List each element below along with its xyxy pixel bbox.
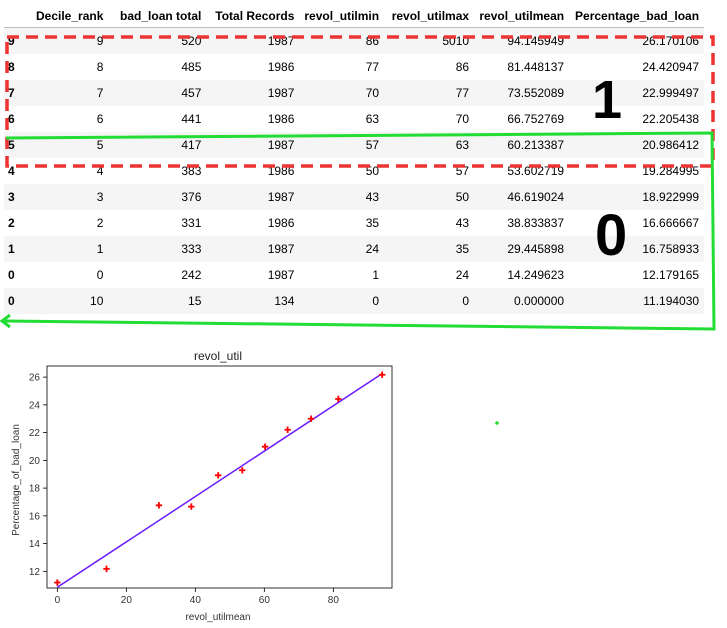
data-point	[103, 565, 110, 573]
chart-title: revol_util	[194, 349, 242, 363]
data-point	[54, 579, 61, 586]
data-point	[214, 472, 222, 479]
y-tick-label: 20	[29, 456, 41, 467]
x-tick-label: 60	[259, 595, 271, 606]
data-point	[155, 502, 163, 509]
y-tick-label: 14	[29, 539, 41, 550]
x-tick-label: 20	[121, 595, 133, 606]
data-point	[284, 426, 291, 433]
y-axis-label: Percentage_of_bad_loan	[11, 424, 22, 536]
y-tick-label: 22	[29, 428, 41, 439]
data-point	[188, 503, 195, 510]
scatter-chart: revol_util revol_utilmean Percentage_of_…	[11, 349, 393, 623]
y-tick-label: 26	[29, 373, 41, 384]
y-tick-label: 24	[29, 400, 41, 411]
regression-line	[56, 373, 383, 588]
data-point	[239, 467, 246, 474]
x-axis-label: revol_utilmean	[185, 612, 250, 623]
y-tick-label: 12	[29, 567, 41, 578]
x-tick-label: 80	[328, 595, 340, 606]
x-tick-label: 40	[190, 595, 202, 606]
data-point	[378, 371, 386, 378]
y-tick-label: 18	[29, 484, 41, 495]
y-tick-label: 16	[29, 511, 41, 522]
x-tick-label: 0	[55, 595, 61, 606]
